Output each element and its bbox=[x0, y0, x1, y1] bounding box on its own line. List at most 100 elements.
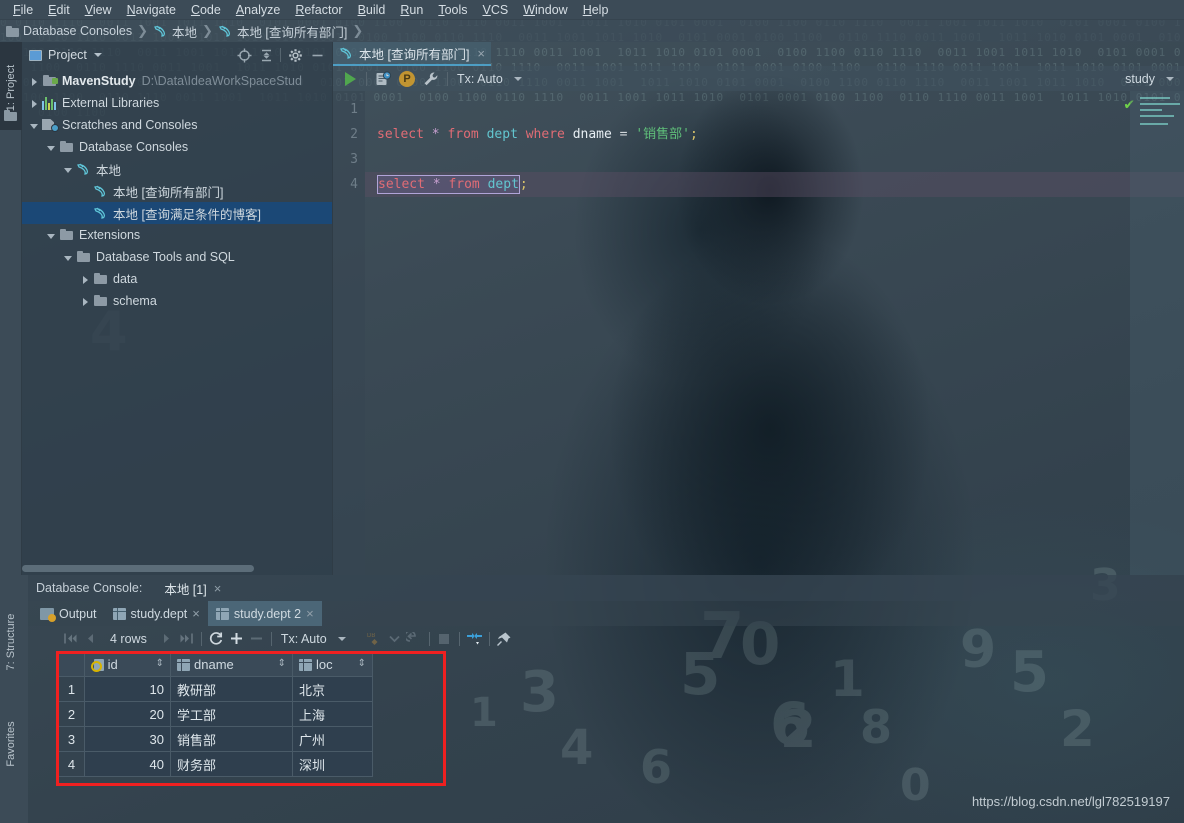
cell-loc[interactable]: 上海 bbox=[292, 701, 373, 727]
chevron-down-icon[interactable] bbox=[513, 76, 522, 81]
remove-row-icon[interactable] bbox=[248, 630, 265, 647]
cell-dname[interactable]: 财务部 bbox=[170, 751, 293, 777]
table-row[interactable]: 1 10 教研部 北京 bbox=[58, 676, 373, 702]
revert-icon[interactable] bbox=[406, 630, 423, 647]
tree-expand-arrow[interactable] bbox=[79, 273, 92, 286]
sidebar-item-favorites[interactable]: Favorites bbox=[0, 698, 22, 788]
result-tab-study-dept[interactable]: study.dept × bbox=[105, 601, 208, 626]
grid-column-header-id[interactable]: id ⇕ bbox=[84, 651, 171, 677]
project-tree[interactable]: MavenStudy D:\Data\IdeaWorkSpaceStud Exter… bbox=[22, 68, 332, 563]
menu-item-navigate[interactable]: Navigate bbox=[120, 1, 183, 19]
tree-expand-arrow[interactable] bbox=[79, 295, 92, 308]
table-row[interactable]: 2 20 学工部 上海 bbox=[58, 701, 373, 727]
cell-id[interactable]: 20 bbox=[84, 701, 171, 727]
table-row[interactable]: 4 40 财务部 深圳 bbox=[58, 751, 373, 777]
last-page-icon[interactable] bbox=[178, 630, 195, 647]
submit-chevron-icon[interactable] bbox=[386, 630, 403, 647]
tree-node[interactable]: 本地 bbox=[22, 158, 332, 180]
breadcrumb-item-2[interactable]: 本地 [查询所有部门] bbox=[237, 22, 347, 41]
tree-node[interactable]: External Libraries bbox=[22, 92, 332, 114]
pin-icon[interactable] bbox=[496, 630, 513, 647]
cell-dname[interactable]: 学工部 bbox=[170, 701, 293, 727]
tree-node[interactable]: Scratches and Consoles bbox=[22, 114, 332, 136]
close-icon[interactable]: × bbox=[214, 581, 222, 596]
menu-item-help[interactable]: Help bbox=[576, 1, 616, 19]
tree-node[interactable]: Extensions bbox=[22, 224, 332, 246]
tree-node[interactable]: Database Tools and SQL bbox=[22, 246, 332, 268]
code-line[interactable] bbox=[365, 97, 1184, 122]
code-line[interactable]: select * from dept; bbox=[365, 172, 1184, 197]
sort-arrows-icon[interactable]: ⇕ bbox=[358, 657, 366, 671]
menu-item-window[interactable]: Window bbox=[516, 1, 574, 19]
prev-page-icon[interactable] bbox=[82, 630, 99, 647]
tree-node[interactable]: data bbox=[22, 268, 332, 290]
cell-id[interactable]: 10 bbox=[84, 676, 171, 702]
tx-mode-label[interactable]: Tx: Auto bbox=[278, 632, 330, 646]
tree-node[interactable]: MavenStudy D:\Data\IdeaWorkSpaceStud bbox=[22, 70, 332, 92]
schema-selector[interactable]: study bbox=[1121, 72, 1159, 86]
menu-item-view[interactable]: View bbox=[78, 1, 119, 19]
code-selection[interactable]: select * from dept bbox=[377, 175, 520, 194]
code-text-area[interactable]: select * from dept where dname = '销售部'; s… bbox=[365, 91, 1184, 575]
tree-expand-arrow[interactable] bbox=[62, 251, 75, 264]
tree-node[interactable]: schema bbox=[22, 290, 332, 312]
grid-column-header-loc[interactable]: loc ⇕ bbox=[292, 651, 373, 677]
tree-expand-arrow[interactable] bbox=[28, 97, 41, 110]
settings-icon[interactable] bbox=[284, 45, 306, 65]
tree-expand-arrow[interactable] bbox=[79, 207, 92, 220]
run-icon[interactable] bbox=[339, 69, 361, 89]
cell-dname[interactable]: 教研部 bbox=[170, 676, 293, 702]
chevron-down-icon[interactable] bbox=[1166, 76, 1174, 81]
sidebar-item-project[interactable]: 1: Project bbox=[0, 42, 22, 130]
tree-expand-arrow[interactable] bbox=[45, 229, 58, 242]
tree-expand-arrow[interactable] bbox=[45, 141, 58, 154]
first-page-icon[interactable] bbox=[62, 630, 79, 647]
stop-icon[interactable] bbox=[436, 630, 453, 647]
menu-item-code[interactable]: Code bbox=[184, 1, 228, 19]
result-tab-study-dept-2[interactable]: study.dept 2 × bbox=[207, 601, 322, 626]
code-line[interactable] bbox=[365, 147, 1184, 172]
menu-item-edit[interactable]: Edit bbox=[41, 1, 77, 19]
menu-item-build[interactable]: Build bbox=[351, 1, 393, 19]
code-editor[interactable]: 1 2 3 4 select * from dept where dname = '销… bbox=[333, 91, 1184, 575]
menu-item-tools[interactable]: Tools bbox=[431, 1, 474, 19]
chevron-down-icon[interactable] bbox=[93, 53, 102, 57]
console-header-tab[interactable]: 本地 [1] × bbox=[164, 579, 221, 598]
add-row-icon[interactable] bbox=[228, 630, 245, 647]
editor-tab-console[interactable]: 本地 [查询所有部门] × bbox=[333, 42, 492, 66]
table-row[interactable]: 3 30 销售部 广州 bbox=[58, 726, 373, 752]
cell-loc[interactable]: 广州 bbox=[292, 726, 373, 752]
menu-item-refactor[interactable]: Refactor bbox=[288, 1, 349, 19]
tree-node[interactable]: 本地 [查询满足条件的博客] bbox=[22, 202, 332, 224]
collapse-all-icon[interactable] bbox=[255, 45, 277, 65]
tree-expand-arrow[interactable] bbox=[62, 163, 75, 176]
project-horizontal-scrollbar[interactable] bbox=[22, 563, 332, 575]
close-icon[interactable]: × bbox=[306, 606, 314, 621]
cell-loc[interactable]: 深圳 bbox=[292, 751, 373, 777]
close-icon[interactable]: × bbox=[477, 46, 485, 61]
tree-node[interactable]: Database Consoles bbox=[22, 136, 332, 158]
menu-item-vcs[interactable]: VCS bbox=[476, 1, 516, 19]
sort-arrows-icon[interactable]: ⇕ bbox=[156, 657, 164, 671]
tree-node[interactable]: 本地 [查询所有部门] bbox=[22, 180, 332, 202]
tree-expand-arrow[interactable] bbox=[28, 75, 41, 88]
p-badge-icon[interactable]: P bbox=[396, 69, 418, 89]
reload-icon[interactable] bbox=[208, 630, 225, 647]
tree-expand-arrow[interactable] bbox=[79, 185, 92, 198]
result-grid[interactable]: id ⇕ dname ⇕ loc ⇕ 1 10 教研部 北京 2 20 学工部 上海 3 30 销售部 广州 4 4… bbox=[58, 651, 373, 777]
breadcrumb-item-0[interactable]: Database Consoles bbox=[23, 24, 132, 38]
sort-arrows-icon[interactable]: ⇕ bbox=[278, 657, 286, 671]
breadcrumb-item-1[interactable]: 本地 bbox=[172, 22, 197, 41]
hide-icon[interactable] bbox=[306, 45, 328, 65]
grid-column-header-dname[interactable]: dname ⇕ bbox=[170, 651, 293, 677]
code-line[interactable]: select * from dept where dname = '销售部'; bbox=[365, 122, 1184, 147]
collapse-icon[interactable] bbox=[466, 630, 483, 647]
scrollbar-thumb[interactable] bbox=[22, 565, 254, 572]
chevron-down-icon[interactable] bbox=[337, 636, 346, 641]
sidebar-item-structure[interactable]: 7: Structure bbox=[0, 588, 22, 698]
next-page-icon[interactable] bbox=[158, 630, 175, 647]
menu-item-run[interactable]: Run bbox=[393, 1, 430, 19]
locate-icon[interactable] bbox=[233, 45, 255, 65]
cell-loc[interactable]: 北京 bbox=[292, 676, 373, 702]
cell-dname[interactable]: 销售部 bbox=[170, 726, 293, 752]
